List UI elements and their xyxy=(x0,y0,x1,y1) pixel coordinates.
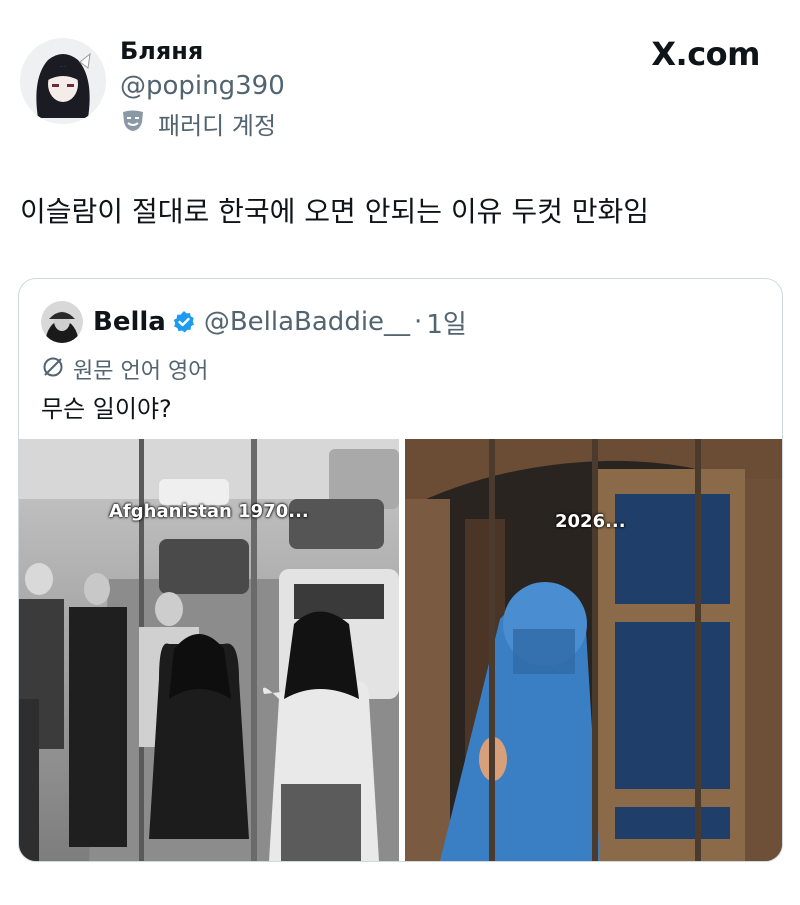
translation-notice: 원문 언어 영어 xyxy=(41,353,208,385)
image-caption-left: Afghanistan 1970... xyxy=(109,501,309,522)
translate-label: 원문 언어 영어 xyxy=(73,359,209,384)
verified-badge-icon xyxy=(172,310,196,334)
quote-handle[interactable]: @BellaBaddie__ xyxy=(204,307,410,337)
quote-display-name[interactable]: Bella xyxy=(93,307,166,337)
tweet-text: 이슬람이 절대로 한국에 오면 안되는 이유 두컷 만화임 xyxy=(20,195,650,228)
quoted-tweet-card[interactable]: Bella @BellaBaddie__ · 1일 원문 언어 영어 무슨 일이… xyxy=(18,278,783,862)
quote-image-right[interactable]: 2026... xyxy=(405,439,782,861)
quote-text: 무슨 일이야? xyxy=(41,395,172,423)
parody-account-label: 패러디 계정 xyxy=(120,108,277,140)
separator-dot: · xyxy=(414,307,423,337)
parody-label-text: 패러디 계정 xyxy=(158,111,277,140)
quote-image-left[interactable]: Afghanistan 1970... xyxy=(19,439,399,861)
parody-mask-icon xyxy=(120,109,146,137)
site-logo: X.com xyxy=(651,35,760,73)
profile-avatar[interactable] xyxy=(20,38,106,124)
user-handle[interactable]: @poping390 xyxy=(120,70,285,102)
quote-header: Bella @BellaBaddie__ · 1일 xyxy=(41,301,467,343)
translate-icon xyxy=(41,355,65,383)
display-name[interactable]: Бляня xyxy=(120,36,203,66)
image-caption-right: 2026... xyxy=(555,511,626,532)
quote-avatar[interactable] xyxy=(41,301,83,343)
quote-timestamp[interactable]: 1일 xyxy=(426,304,466,341)
